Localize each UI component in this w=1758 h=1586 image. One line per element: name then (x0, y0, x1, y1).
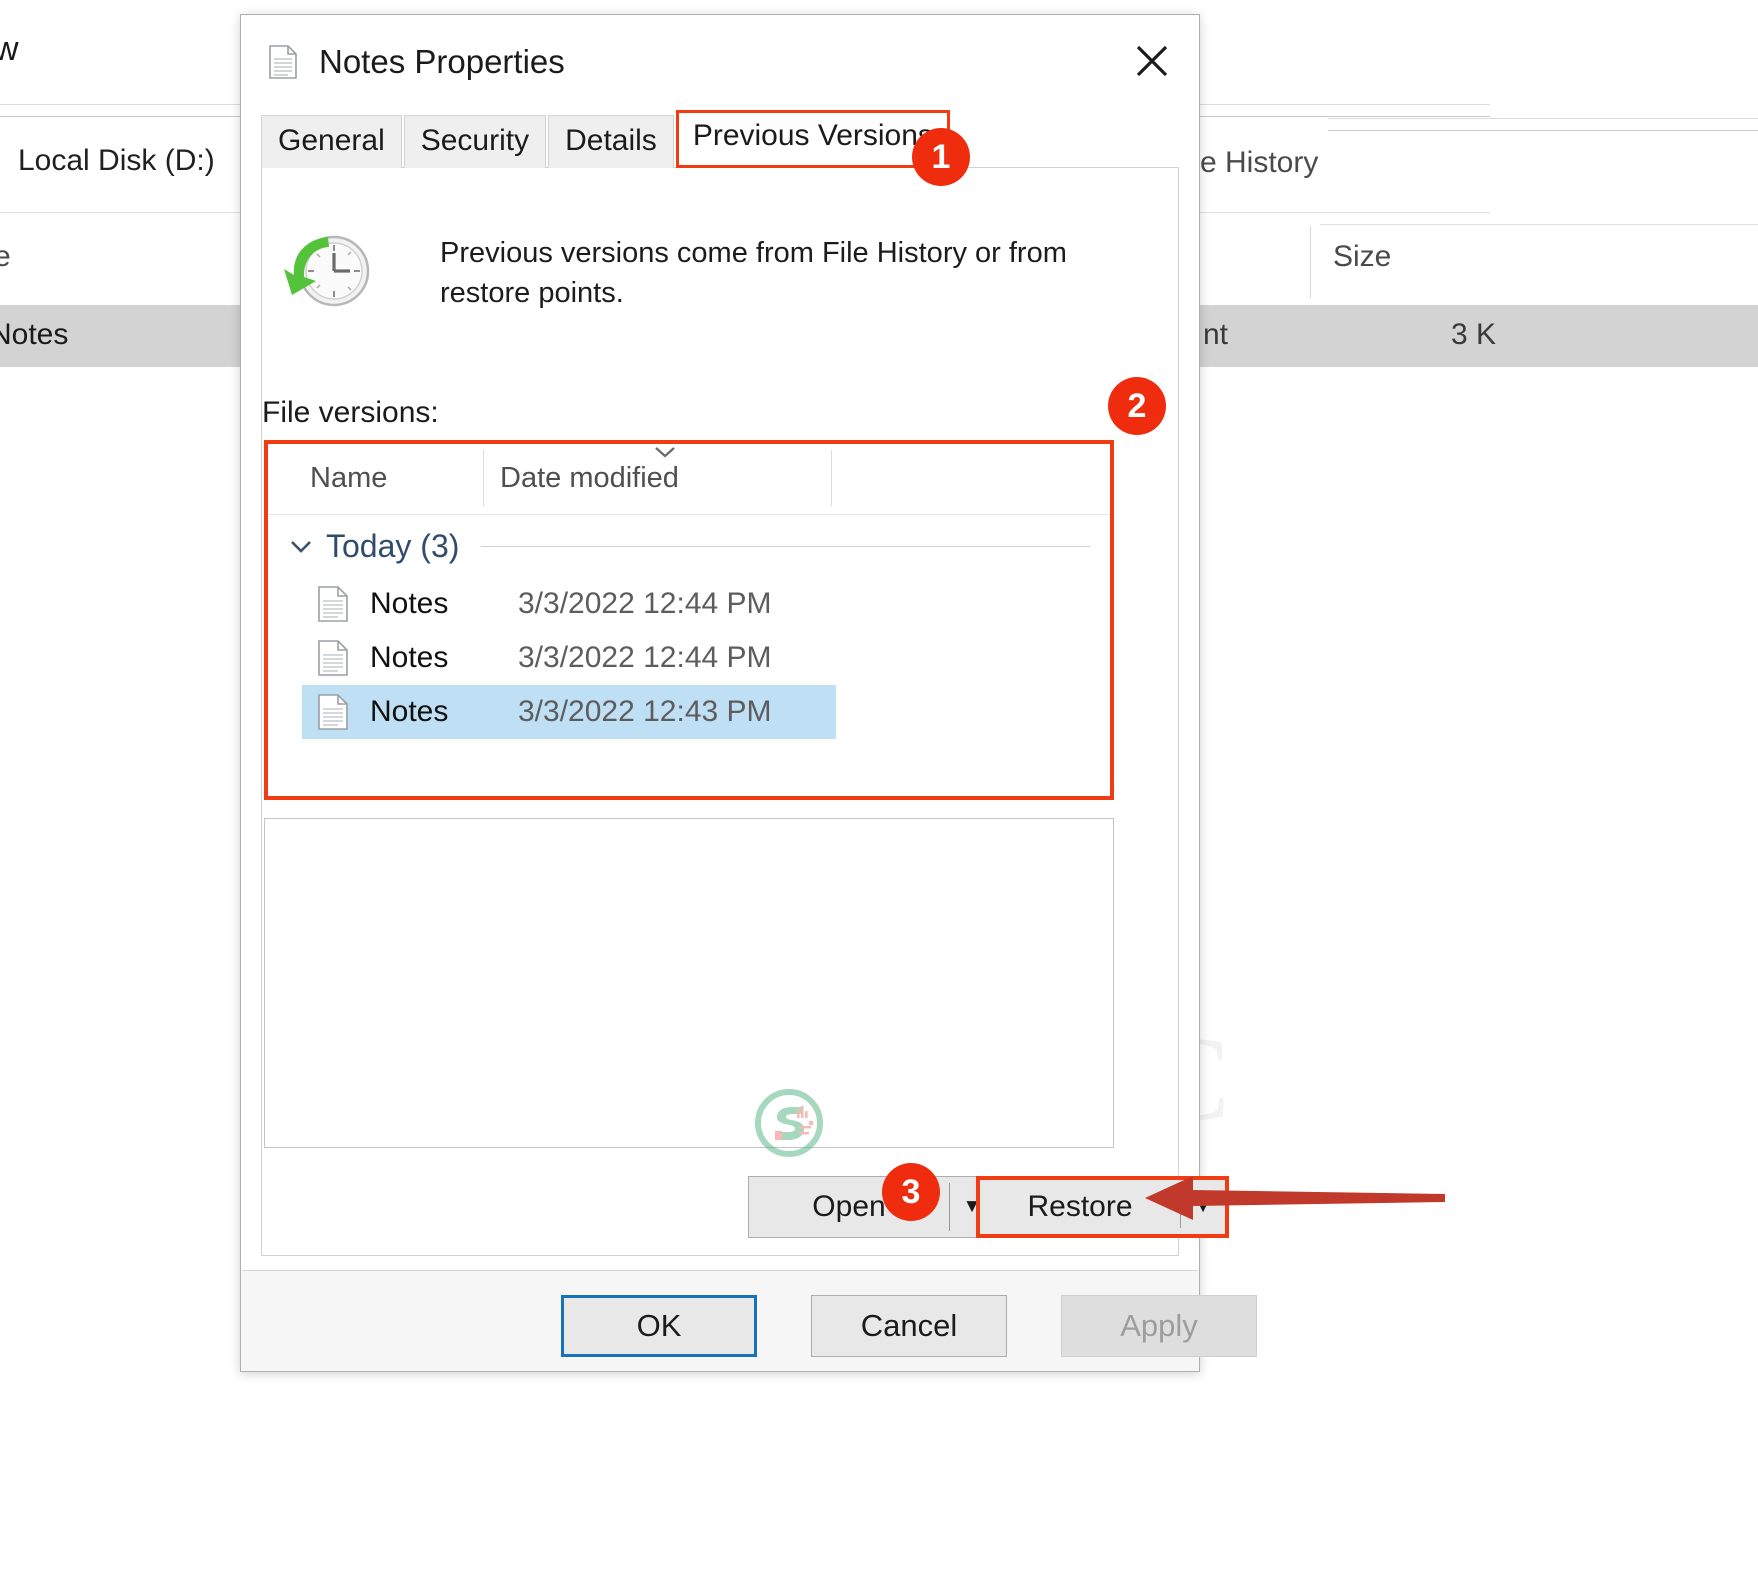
list-item-selected[interactable]: Notes 3/3/2022 12:43 PM (302, 685, 836, 739)
list-item[interactable]: Notes 3/3/2022 12:44 PM (268, 631, 1110, 685)
version-preview-pane (264, 818, 1114, 1148)
list-item-date: 3/3/2022 12:43 PM (518, 695, 772, 729)
close-button[interactable] (1119, 33, 1185, 89)
cancel-button[interactable]: Cancel (811, 1295, 1007, 1357)
file-versions-label: File versions: (262, 396, 439, 430)
list-item-date: 3/3/2022 12:44 PM (518, 587, 772, 621)
annotation-badge-1: 1 (912, 128, 970, 186)
column-header-size[interactable]: Size (1333, 240, 1391, 274)
list-item-name: Notes (370, 587, 518, 621)
ribbon-divider-bottom-right (1328, 130, 1758, 131)
ribbon-divider-top-right (1328, 118, 1758, 119)
column-header-name[interactable]: Name (310, 462, 387, 495)
document-icon (318, 640, 348, 676)
explorer-file-name: Notes (0, 318, 68, 352)
close-icon (1130, 39, 1174, 83)
dialog-title: Notes Properties (319, 43, 565, 81)
file-versions-list[interactable]: Name Date modified Today (3) (264, 440, 1114, 800)
tab-general[interactable]: General (261, 115, 402, 169)
notes-properties-dialog: Notes Properties General Security Detail… (240, 14, 1200, 1372)
tab-security[interactable]: Security (404, 115, 546, 169)
chevron-down-icon (286, 535, 316, 557)
group-title: Today (3) (326, 528, 459, 565)
tab-previous-versions[interactable]: Previous Versions (676, 110, 950, 169)
breadcrumb[interactable]: Local Disk (D:) (18, 144, 215, 178)
open-button[interactable]: Open ▼ (748, 1176, 995, 1238)
list-column-headers: Name Date modified (268, 444, 1110, 515)
tab-details[interactable]: Details (548, 115, 674, 169)
apply-button: Apply (1061, 1295, 1257, 1357)
previous-versions-panel: Previous versions come from File History… (261, 168, 1179, 1256)
column-divider-1 (483, 450, 484, 506)
list-item-date: 3/3/2022 12:44 PM (518, 641, 772, 675)
ribbon-tab-view[interactable]: w (0, 30, 19, 69)
document-icon (318, 586, 348, 622)
column-header-name[interactable]: e (0, 240, 11, 274)
annotation-arrow (1145, 1172, 1445, 1224)
column-divider-2 (831, 450, 832, 506)
watermark-logo (753, 1087, 825, 1159)
explorer-file-type: nt (1203, 318, 1228, 352)
group-header-today[interactable]: Today (3) (268, 515, 1110, 577)
dialog-titlebar: Notes Properties (241, 15, 1199, 107)
document-icon (318, 694, 348, 730)
chevron-down-icon (650, 442, 680, 462)
ok-button[interactable]: OK (561, 1295, 757, 1357)
info-text: Previous versions come from File History… (440, 223, 1080, 313)
column-header-divider-right (1320, 224, 1758, 225)
tabstrip: General Security Details Previous Versio… (261, 112, 1179, 168)
column-header-date-modified[interactable]: Date modified (500, 462, 679, 495)
explorer-file-size: 3 K (1451, 318, 1496, 352)
clock-restore-icon (282, 223, 378, 319)
column-header-separator (1310, 226, 1311, 298)
version-action-buttons: Open ▼ Restore ▼ (262, 1168, 1180, 1248)
document-icon (269, 45, 297, 79)
file-history-label: e History (1200, 146, 1318, 180)
annotation-badge-3: 3 (882, 1163, 940, 1221)
screenshot-root: w Local Disk (D:) e History e Size Notes… (0, 0, 1758, 1586)
list-item-name: Notes (370, 641, 518, 675)
annotation-badge-2: 2 (1108, 377, 1166, 435)
info-banner: Previous versions come from File History… (282, 223, 1080, 319)
list-item-name: Notes (370, 695, 518, 729)
list-item[interactable]: Notes 3/3/2022 12:44 PM (268, 577, 1110, 631)
group-rule (481, 546, 1090, 547)
